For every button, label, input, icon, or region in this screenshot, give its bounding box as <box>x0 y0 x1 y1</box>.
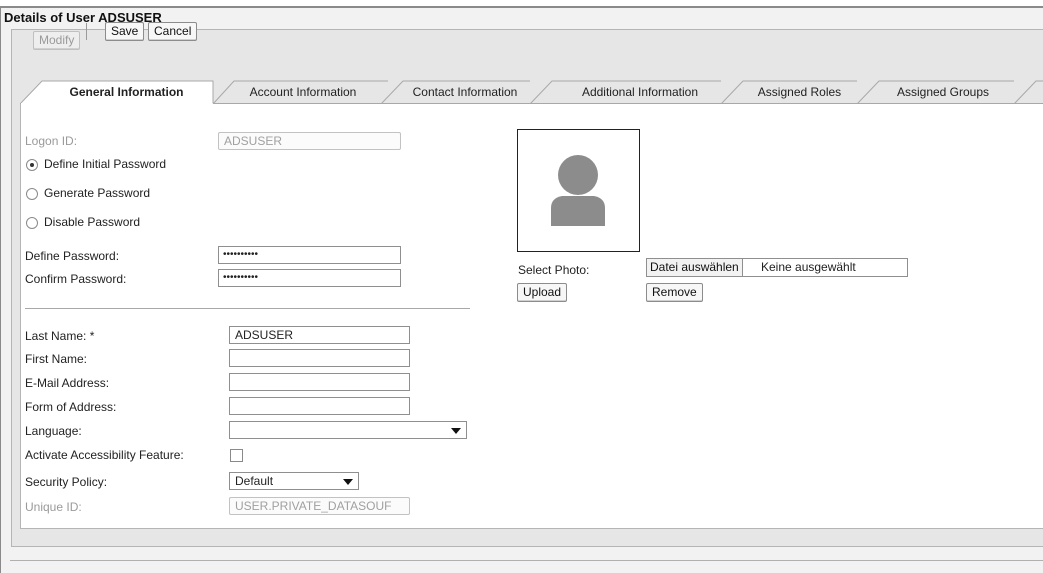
language-label: Language: <box>25 424 82 438</box>
logon-id-field: ADSUSER <box>218 132 401 150</box>
user-photo-frame <box>517 129 640 252</box>
define-initial-password-label: Define Initial Password <box>44 157 167 171</box>
tab-account-information[interactable]: Account Information <box>228 80 378 104</box>
modify-button[interactable]: Modify <box>33 31 81 50</box>
chevron-down-icon <box>451 428 461 434</box>
user-avatar-icon <box>551 155 605 226</box>
cancel-button[interactable]: Cancel <box>148 22 198 41</box>
confirm-password-field[interactable]: •••••••••• <box>218 269 401 287</box>
accessibility-checkbox[interactable] <box>230 449 243 462</box>
first-name-field[interactable] <box>229 349 410 367</box>
select-photo-label: Select Photo: <box>518 263 590 277</box>
tab-contact-information[interactable]: Contact Information <box>395 80 535 104</box>
upload-button[interactable]: Upload <box>517 283 568 302</box>
last-name-field[interactable]: ADSUSER <box>229 326 410 344</box>
accessibility-label: Activate Accessibility Feature: <box>25 448 184 462</box>
security-policy-value: Default <box>235 474 274 488</box>
generate-password-label: Generate Password <box>44 186 151 200</box>
first-name-label: First Name: <box>25 352 88 366</box>
bottom-bar <box>10 560 1043 573</box>
security-policy-select[interactable]: Default <box>229 472 359 490</box>
language-select[interactable] <box>229 421 467 439</box>
email-field[interactable] <box>229 373 410 391</box>
tab-general-information[interactable]: General Information <box>40 80 213 104</box>
generate-password-radio[interactable] <box>26 188 38 200</box>
unique-id-label: Unique ID: <box>25 500 82 514</box>
disable-password-label: Disable Password <box>44 215 141 229</box>
choose-file-button[interactable]: Datei auswählen <box>647 259 743 276</box>
form-of-address-field[interactable] <box>229 397 410 415</box>
file-status-text: Keine ausgewählt <box>761 260 856 274</box>
define-initial-password-radio[interactable] <box>26 159 38 171</box>
unique-id-field: USER.PRIVATE_DATASOUF <box>229 497 410 515</box>
toolbar-separator <box>86 23 87 40</box>
save-button[interactable]: Save <box>105 22 145 41</box>
last-name-label: Last Name: * <box>25 329 95 343</box>
disable-password-radio[interactable] <box>26 217 38 229</box>
confirm-password-label: Confirm Password: <box>25 272 127 286</box>
tab-additional-information[interactable]: Additional Information <box>560 80 720 104</box>
define-password-field[interactable]: •••••••••• <box>218 246 401 264</box>
tab-strip: General Information Account Information … <box>20 80 1043 104</box>
tab-assigned-groups[interactable]: Assigned Groups <box>873 80 1013 104</box>
form-of-address-label: Form of Address: <box>25 400 117 414</box>
security-policy-label: Security Policy: <box>25 475 108 489</box>
photo-file-input[interactable]: Datei auswählen Keine ausgewählt <box>646 258 908 277</box>
chevron-down-icon <box>343 479 353 485</box>
define-password-label: Define Password: <box>25 249 120 263</box>
remove-button[interactable]: Remove <box>646 283 703 302</box>
logon-id-label: Logon ID: <box>25 134 78 148</box>
tab-assigned-roles[interactable]: Assigned Roles <box>742 80 857 104</box>
email-label: E-Mail Address: <box>25 376 110 390</box>
form-divider <box>25 308 470 309</box>
